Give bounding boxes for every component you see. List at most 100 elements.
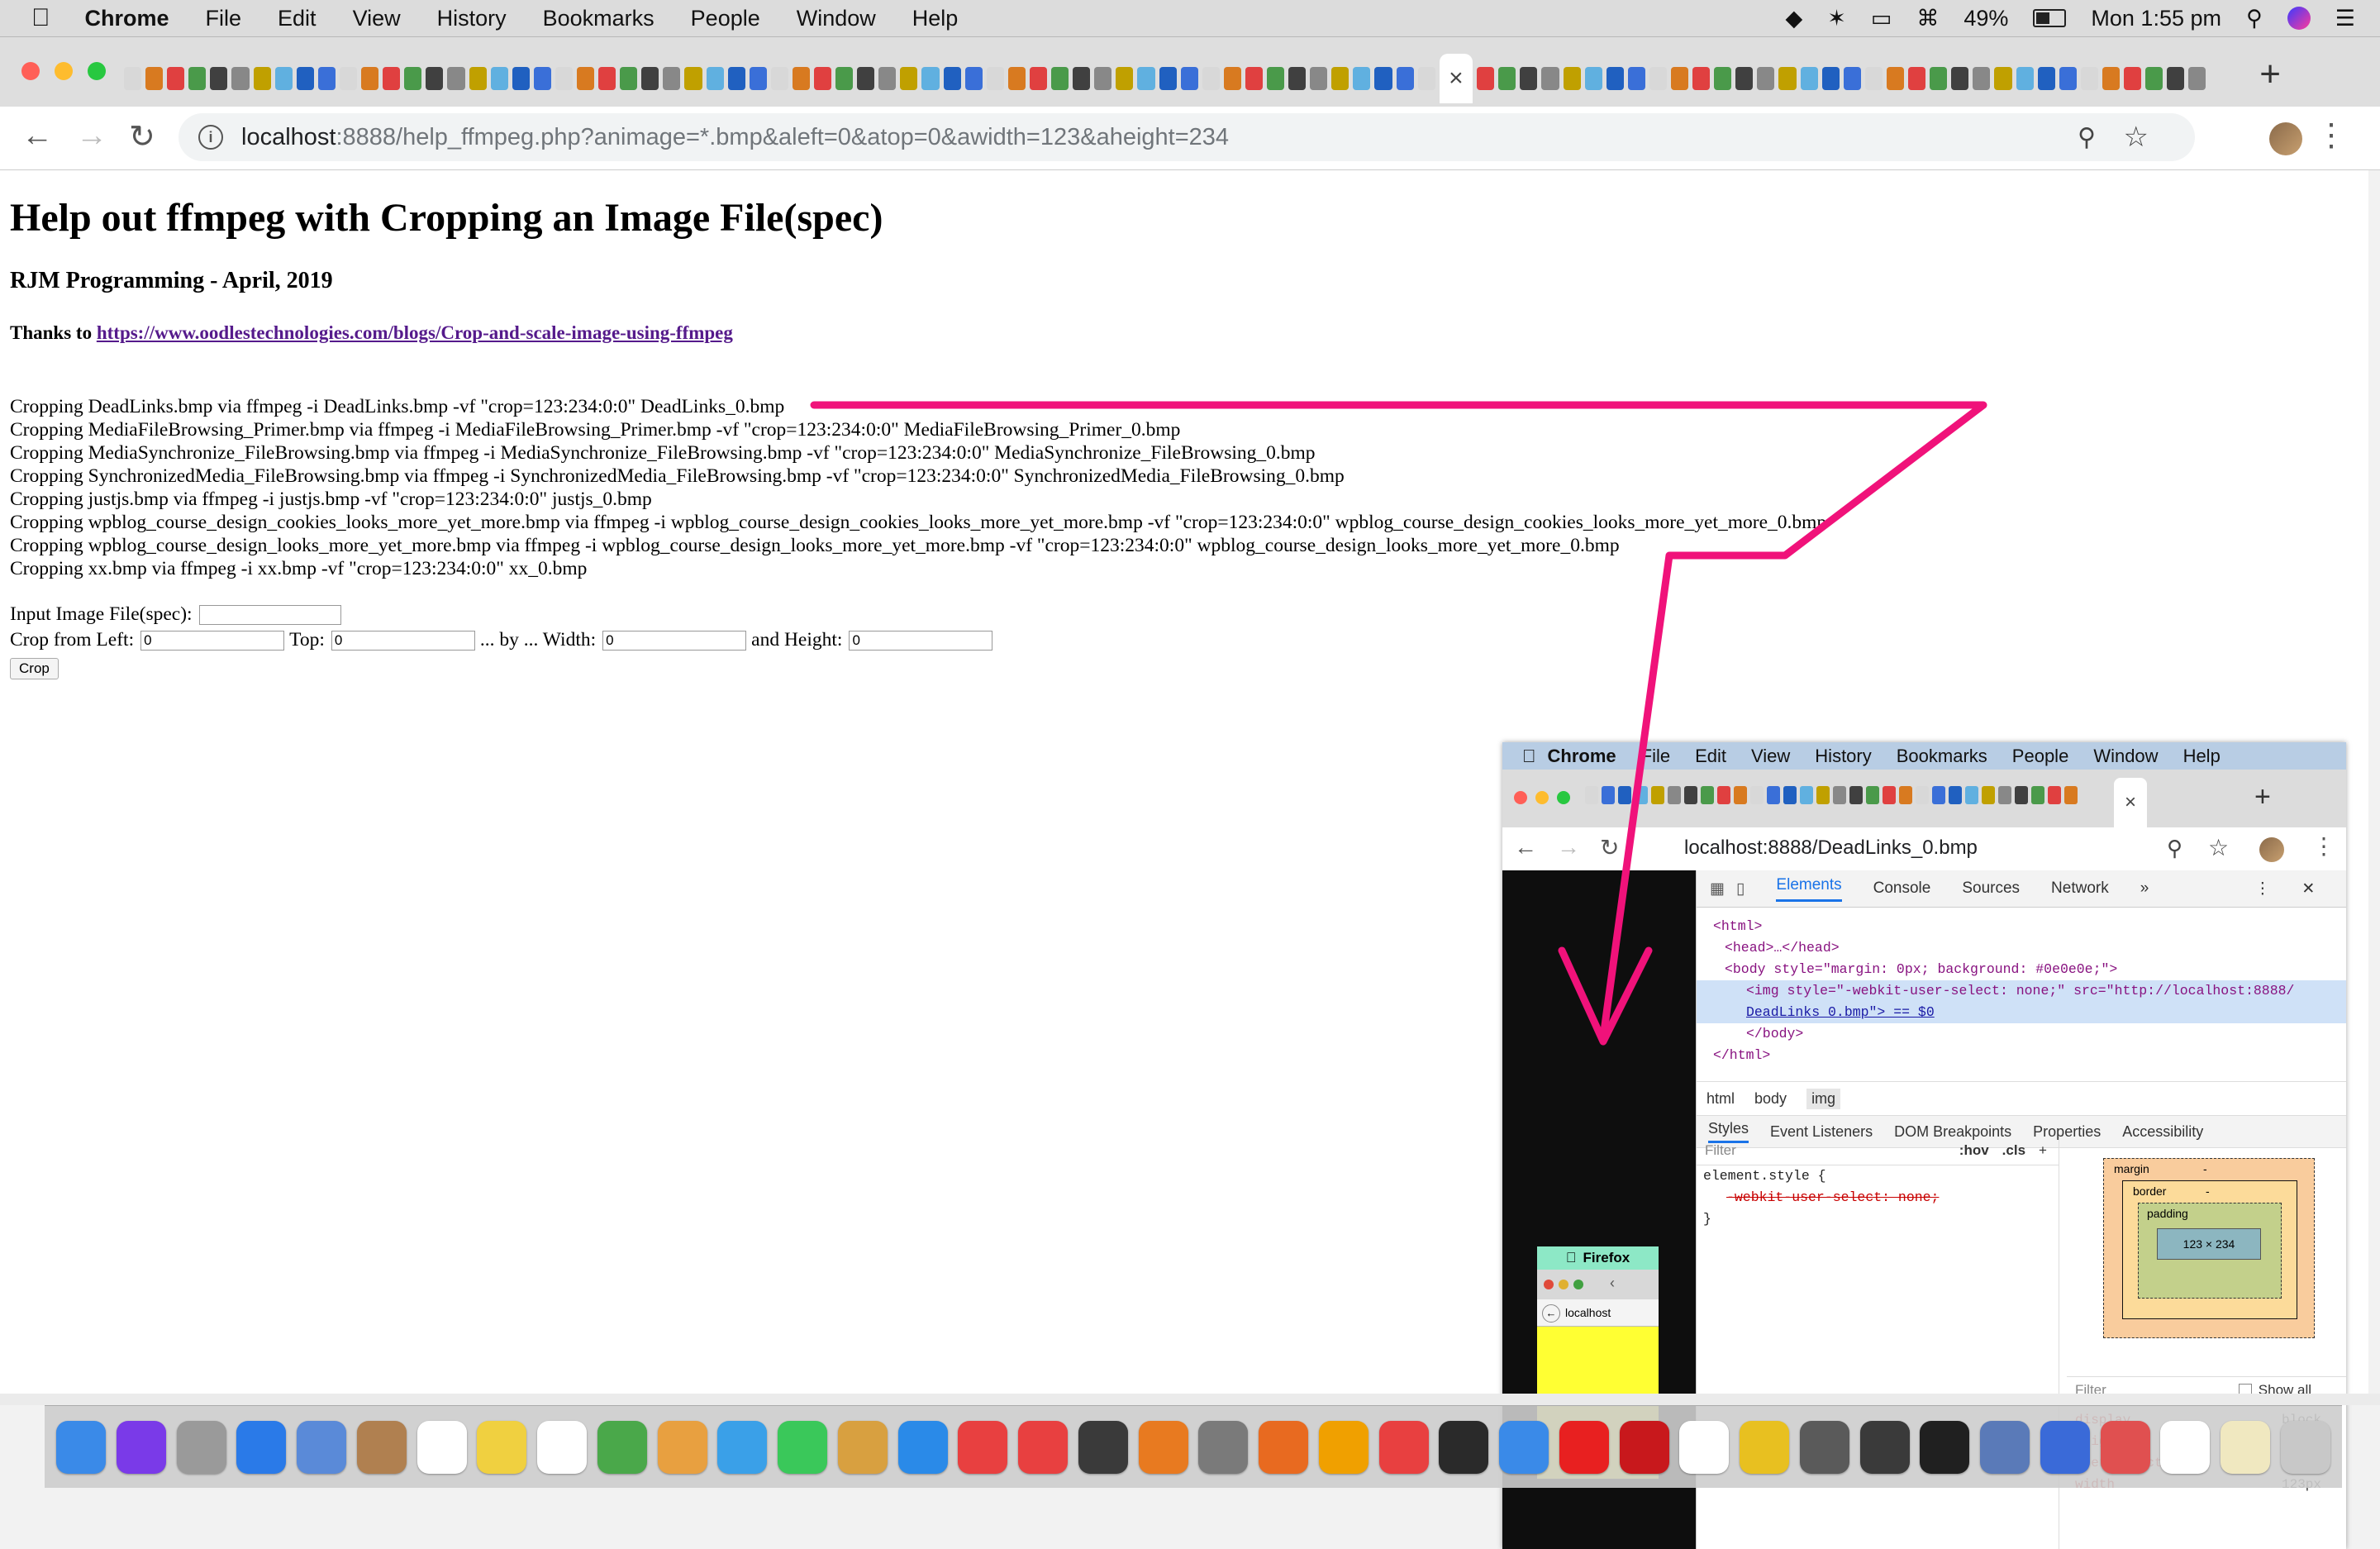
top-field[interactable] xyxy=(331,630,475,651)
wifi-icon[interactable]: ⌘ xyxy=(1916,6,1939,31)
dock-app-icon[interactable] xyxy=(1559,1420,1609,1474)
reload-icon[interactable]: ↻ xyxy=(129,118,155,155)
tab-favicon-icon[interactable] xyxy=(167,67,185,90)
tab-favicon-icon[interactable] xyxy=(1498,67,1516,90)
tab-favicon-icon[interactable] xyxy=(727,67,745,90)
menu-file[interactable]: File xyxy=(206,6,242,31)
width-field[interactable] xyxy=(602,630,747,651)
dock-app-icon[interactable] xyxy=(1078,1420,1128,1474)
tab-favicon-icon[interactable] xyxy=(512,67,530,90)
forward-arrow-icon[interactable]: → xyxy=(76,118,107,154)
dock-app-icon[interactable] xyxy=(717,1420,768,1474)
tab-favicon-icon[interactable] xyxy=(598,67,616,90)
dock-app-icon[interactable] xyxy=(116,1420,166,1474)
dock-app-icon[interactable] xyxy=(778,1420,827,1474)
tab-favicon-icon[interactable] xyxy=(1606,67,1624,90)
tab-favicon-icon[interactable] xyxy=(2080,67,2098,90)
tab-favicon-icon[interactable] xyxy=(1886,67,1905,90)
tab-favicon-icon[interactable] xyxy=(1353,67,1371,90)
tab-favicon-icon[interactable] xyxy=(339,67,358,90)
menu-edit[interactable]: Edit xyxy=(278,6,317,31)
dock-app-icon[interactable] xyxy=(1439,1420,1489,1474)
dock-app-icon[interactable] xyxy=(477,1420,527,1474)
tab-favicon-icon[interactable] xyxy=(1073,67,1091,90)
tab-favicon-icon[interactable] xyxy=(231,67,250,90)
tab-favicon-icon[interactable] xyxy=(878,67,897,90)
tab-favicon-icon[interactable] xyxy=(1223,67,1241,90)
tab-favicon-icon[interactable] xyxy=(274,67,293,90)
new-tab-button[interactable]: + xyxy=(2259,54,2281,95)
address-bar[interactable]: i localhost:8888/help_ffmpeg.php?animage… xyxy=(178,113,2195,161)
tab-favicon-icon[interactable] xyxy=(2102,67,2120,90)
tab-favicon-icon[interactable] xyxy=(145,67,164,90)
tab-favicon-icon[interactable] xyxy=(1778,67,1797,90)
input-file-field[interactable] xyxy=(198,604,341,625)
tab-favicon-icon[interactable] xyxy=(253,67,271,90)
height-field[interactable] xyxy=(849,630,993,651)
dock-app-icon[interactable] xyxy=(2280,1420,2330,1474)
notification-center-icon[interactable]: ☰ xyxy=(2335,6,2355,31)
window-zoom-button[interactable] xyxy=(88,62,106,80)
spotlight-search-icon[interactable]: ⚲ xyxy=(2246,6,2263,31)
tab-favicon-icon[interactable] xyxy=(620,67,638,90)
tab-favicon-icon[interactable] xyxy=(1541,67,1559,90)
tab-favicon-icon[interactable] xyxy=(1671,67,1689,90)
dock-app-icon[interactable] xyxy=(56,1420,106,1474)
tab-favicon-icon[interactable] xyxy=(426,67,444,90)
dock-app-icon[interactable] xyxy=(1679,1420,1730,1474)
profile-avatar[interactable] xyxy=(2269,122,2302,155)
tab-favicon-icon[interactable] xyxy=(770,67,788,90)
dock-app-icon[interactable] xyxy=(1799,1420,1849,1474)
tab-favicon-icon[interactable] xyxy=(2059,67,2077,90)
back-arrow-icon[interactable]: ← xyxy=(21,118,53,154)
dock-app-icon[interactable] xyxy=(1318,1420,1368,1474)
tab-favicon-icon[interactable] xyxy=(641,67,659,90)
tab-favicon-icon[interactable] xyxy=(1843,67,1861,90)
tab-favicon-icon[interactable] xyxy=(1800,67,1818,90)
tab-favicon-icon[interactable] xyxy=(1735,67,1754,90)
tab-favicon-icon[interactable] xyxy=(964,67,983,90)
tab-favicon-icon[interactable] xyxy=(1584,67,1602,90)
tab-favicon-icon[interactable] xyxy=(188,67,207,90)
tab-favicon-icon[interactable] xyxy=(2037,67,2055,90)
dock-app-icon[interactable] xyxy=(597,1420,647,1474)
dock-app-icon[interactable] xyxy=(2160,1420,2211,1474)
tab-favicon-icon[interactable] xyxy=(749,67,767,90)
tab-favicon-icon[interactable] xyxy=(2188,67,2206,90)
malwarebytes-icon[interactable]: ◆ xyxy=(1785,6,1802,31)
tab-favicon-icon[interactable] xyxy=(1908,67,1926,90)
tab-favicon-icon[interactable] xyxy=(1310,67,1328,90)
battery-icon[interactable] xyxy=(2033,9,2067,27)
left-field[interactable] xyxy=(140,630,285,651)
dock-app-icon[interactable] xyxy=(958,1420,1008,1474)
tab-favicon-icon[interactable] xyxy=(1159,67,1177,90)
tab-favicon-icon[interactable] xyxy=(857,67,875,90)
dock-app-icon[interactable] xyxy=(176,1420,226,1474)
tab-favicon-icon[interactable] xyxy=(361,67,379,90)
dock-app-icon[interactable] xyxy=(2040,1420,2090,1474)
tab-favicon-icon[interactable] xyxy=(1245,67,1263,90)
tab-favicon-icon[interactable] xyxy=(1649,67,1667,90)
tab-favicon-icon[interactable] xyxy=(1396,67,1414,90)
dock-app-icon[interactable] xyxy=(1138,1420,1188,1474)
tab-favicon-icon[interactable] xyxy=(706,67,724,90)
tab-favicon-icon[interactable] xyxy=(1094,67,1112,90)
chrome-menu-icon[interactable]: ⋮ xyxy=(2316,117,2347,154)
tab-favicon-icon[interactable] xyxy=(490,67,508,90)
dock-app-icon[interactable] xyxy=(1619,1420,1669,1474)
tab-favicon-icon[interactable] xyxy=(533,67,551,90)
dock-app-icon[interactable] xyxy=(1859,1420,1910,1474)
tab-favicon-icon[interactable] xyxy=(2123,67,2142,90)
tab-favicon-icon[interactable] xyxy=(1864,67,1883,90)
dock-app-icon[interactable] xyxy=(1018,1420,1068,1474)
tab-favicon-icon[interactable] xyxy=(469,67,487,90)
dock-app-icon[interactable] xyxy=(236,1420,287,1474)
crop-button[interactable]: Crop xyxy=(10,658,59,679)
tab-favicon-icon[interactable] xyxy=(1477,67,1495,90)
siri-icon[interactable] xyxy=(2287,7,2311,30)
bookmark-star-icon[interactable]: ☆ xyxy=(2124,121,2149,154)
tab-favicon-icon[interactable] xyxy=(1180,67,1198,90)
tab-favicon-icon[interactable] xyxy=(1627,67,1645,90)
tab-favicon-icon[interactable] xyxy=(1331,67,1349,90)
tab-favicon-icon[interactable] xyxy=(210,67,228,90)
